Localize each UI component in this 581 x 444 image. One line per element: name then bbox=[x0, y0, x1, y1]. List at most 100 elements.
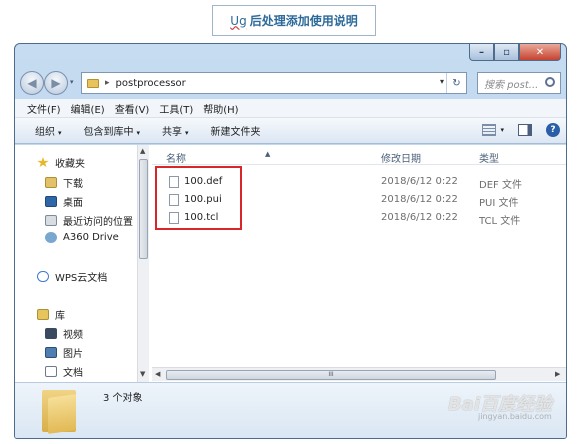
nav-scrollbar[interactable]: ▲ ▼ bbox=[137, 145, 149, 382]
address-dropdown-icon[interactable]: ▾ bbox=[440, 77, 444, 86]
menu-help[interactable]: 帮助(H) bbox=[203, 101, 238, 116]
folder-icon bbox=[87, 78, 99, 88]
column-date[interactable]: 修改日期 bbox=[381, 150, 421, 165]
scroll-up-icon[interactable]: ▲ bbox=[140, 147, 145, 155]
include-label: 包含到库中 bbox=[83, 127, 134, 138]
menu-bar: 文件(F) 编辑(E) 查看(V) 工具(T) 帮助(H) bbox=[15, 99, 566, 118]
video-icon bbox=[45, 328, 57, 339]
address-row: ◀ ▶ ▾ ▸ postprocessor ▾ ↻ 搜索 post... bbox=[15, 68, 566, 98]
nav-label: 视频 bbox=[63, 330, 83, 341]
nav-label: WPS云文档 bbox=[55, 273, 108, 284]
forward-button[interactable]: ▶ bbox=[44, 71, 68, 95]
library-icon bbox=[37, 309, 49, 320]
star-icon bbox=[37, 157, 49, 168]
file-type: TCL 文件 bbox=[479, 216, 521, 227]
chevron-down-icon: ▾ bbox=[58, 129, 62, 137]
scrollbar-thumb[interactable] bbox=[139, 159, 148, 259]
view-details-icon[interactable] bbox=[482, 124, 497, 136]
menu-tools[interactable]: 工具(T) bbox=[159, 101, 193, 116]
address-bar[interactable]: ▸ postprocessor ▾ ↻ bbox=[81, 72, 467, 94]
menu-file[interactable]: 文件(F) bbox=[27, 101, 61, 116]
organize-button[interactable]: 组织 ▾ bbox=[35, 123, 62, 138]
pictures-icon bbox=[45, 347, 57, 358]
cloud-icon bbox=[37, 271, 49, 282]
chevron-down-icon: ▾ bbox=[136, 129, 141, 137]
highlight-box bbox=[155, 166, 242, 230]
downloads-folder-icon bbox=[45, 177, 57, 188]
caption-ug: Ug bbox=[230, 13, 247, 28]
nav-label: 下载 bbox=[63, 179, 83, 190]
chevron-down-icon: ▾ bbox=[185, 129, 189, 137]
sort-arrow-icon: ▲ bbox=[265, 150, 271, 158]
menu-view[interactable]: 查看(V) bbox=[115, 101, 150, 116]
menu-edit[interactable]: 编辑(E) bbox=[71, 101, 105, 116]
file-date: 2018/6/12 0:22 bbox=[381, 212, 458, 223]
title-bar: – ▫ ✕ bbox=[15, 44, 566, 66]
documents-icon bbox=[45, 366, 57, 377]
file-type: DEF 文件 bbox=[479, 180, 522, 191]
minimize-button[interactable]: – bbox=[469, 44, 494, 61]
content-area: 收藏夹 下载 桌面 最近访问的位置 A360 Drive WPS云文档 库 视频… bbox=[15, 145, 566, 382]
scroll-right-icon[interactable]: ▶ bbox=[555, 370, 560, 378]
scroll-down-icon[interactable]: ▼ bbox=[140, 370, 145, 378]
search-placeholder: 搜索 post... bbox=[484, 79, 539, 91]
cloud-drive-icon bbox=[45, 232, 57, 243]
nav-label: 库 bbox=[55, 311, 65, 322]
file-type: PUI 文件 bbox=[479, 198, 519, 209]
navigation-pane: 收藏夹 下载 桌面 最近访问的位置 A360 Drive WPS云文档 库 视频… bbox=[15, 145, 149, 382]
nav-label: 最近访问的位置 bbox=[63, 217, 133, 228]
nav-item-library[interactable]: 库 bbox=[37, 307, 65, 322]
nav-item-documents[interactable]: 文档 bbox=[45, 364, 83, 379]
nav-item-desktop[interactable]: 桌面 bbox=[45, 194, 83, 209]
column-header: 名称 ▲ 修改日期 类型 bbox=[152, 145, 566, 165]
nav-item-wps[interactable]: WPS云文档 bbox=[37, 269, 107, 284]
nav-label: 收藏夹 bbox=[55, 159, 85, 170]
back-button[interactable]: ◀ bbox=[20, 71, 44, 95]
column-type[interactable]: 类型 bbox=[479, 150, 499, 165]
caption-label: Ug 后处理添加使用说明 bbox=[212, 5, 376, 36]
file-list: 名称 ▲ 修改日期 类型 100.def 2018/6/12 0:22 DEF … bbox=[152, 145, 566, 382]
view-controls: ▾ ? bbox=[472, 123, 560, 137]
column-name[interactable]: 名称 bbox=[166, 150, 186, 165]
search-input[interactable]: 搜索 post... bbox=[477, 72, 561, 94]
close-button[interactable]: ✕ bbox=[519, 44, 561, 61]
file-date: 2018/6/12 0:22 bbox=[381, 176, 458, 187]
share-label: 共享 bbox=[162, 127, 183, 138]
nav-label: 图片 bbox=[63, 349, 83, 360]
share-button[interactable]: 共享 ▾ bbox=[162, 123, 189, 138]
scrollbar-thumb[interactable]: III bbox=[166, 370, 496, 380]
large-folder-icon bbox=[42, 390, 76, 434]
recent-places-icon bbox=[45, 215, 57, 226]
window-controls: – ▫ ✕ bbox=[469, 44, 561, 61]
file-date: 2018/6/12 0:22 bbox=[381, 194, 458, 205]
nav-item-downloads[interactable]: 下载 bbox=[45, 175, 83, 190]
nav-item-pictures[interactable]: 图片 bbox=[45, 345, 83, 360]
preview-pane-icon[interactable] bbox=[518, 124, 532, 136]
new-folder-button[interactable]: 新建文件夹 bbox=[211, 123, 261, 138]
history-dropdown-icon[interactable]: ▾ bbox=[70, 78, 74, 86]
explorer-window: – ▫ ✕ ◀ ▶ ▾ ▸ postprocessor ▾ ↻ 搜索 post.… bbox=[14, 43, 567, 439]
refresh-icon[interactable]: ↻ bbox=[446, 73, 466, 93]
nav-item-favorites[interactable]: 收藏夹 bbox=[37, 155, 85, 170]
maximize-button[interactable]: ▫ bbox=[494, 44, 519, 61]
caption-text: 后处理添加使用说明 bbox=[249, 14, 358, 28]
path-separator-icon[interactable]: ▸ bbox=[105, 78, 110, 88]
nav-label: 文档 bbox=[63, 368, 83, 379]
search-icon[interactable] bbox=[545, 77, 555, 87]
nav-item-video[interactable]: 视频 bbox=[45, 326, 83, 341]
chevron-down-icon[interactable]: ▾ bbox=[500, 126, 504, 134]
nav-label: A360 Drive bbox=[63, 232, 119, 243]
scroll-left-icon[interactable]: ◀ bbox=[155, 370, 160, 378]
nav-item-a360[interactable]: A360 Drive bbox=[45, 232, 119, 243]
nav-label: 桌面 bbox=[63, 198, 83, 209]
path-segment[interactable]: postprocessor bbox=[116, 78, 186, 89]
desktop-icon bbox=[45, 196, 57, 207]
include-in-library-button[interactable]: 包含到库中 ▾ bbox=[84, 123, 141, 138]
nav-item-recent[interactable]: 最近访问的位置 bbox=[45, 213, 133, 228]
object-count: 3 个对象 bbox=[103, 393, 143, 404]
grip-icon: III bbox=[328, 371, 334, 378]
horizontal-scrollbar[interactable]: ◀ III ▶ bbox=[152, 367, 566, 381]
command-bar: 组织 ▾ 包含到库中 ▾ 共享 ▾ 新建文件夹 ▾ ? bbox=[15, 118, 566, 144]
help-icon[interactable]: ? bbox=[546, 123, 560, 137]
organize-label: 组织 bbox=[35, 127, 55, 138]
